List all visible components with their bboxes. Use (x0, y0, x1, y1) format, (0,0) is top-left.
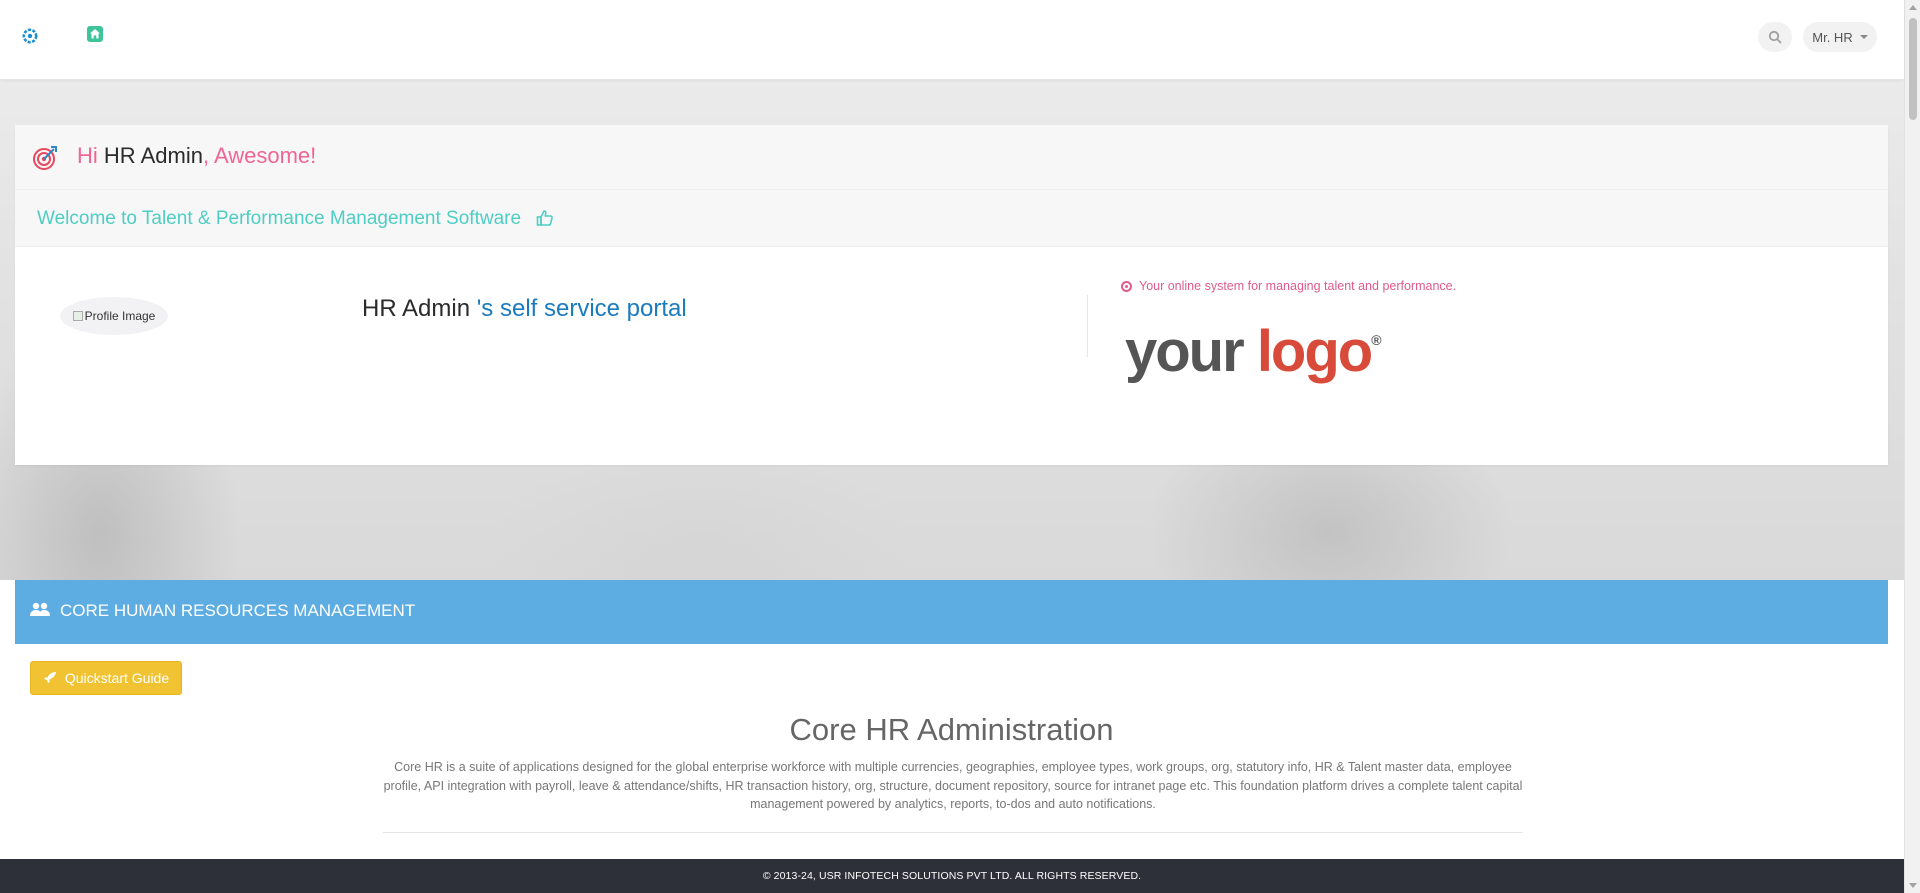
welcome-row: Welcome to Talent & Performance Manageme… (15, 190, 1888, 247)
core-hr-description: Core HR is a suite of applications desig… (383, 760, 1523, 811)
scroll-up-arrow-icon[interactable] (1909, 5, 1917, 10)
portal-name: HR Admin (362, 295, 471, 322)
footer-copyright: © 2013-24, USR INFOTECH SOLUTIONS PVT LT… (762, 870, 1142, 882)
quickstart-guide-label: Quickstart Guide (64, 670, 170, 686)
greeting-text: Hi HR Admin, Awesome! (77, 143, 316, 169)
users-icon (30, 602, 50, 616)
tagline-text: Your online system for managing talent a… (1139, 279, 1457, 293)
scroll-thumb[interactable] (1909, 18, 1917, 120)
thumbs-up-icon (536, 210, 553, 226)
core-hr-title: Core HR Administration (789, 712, 1114, 747)
target-icon (33, 146, 57, 170)
rocket-icon (43, 672, 56, 683)
page-scrollbar[interactable] (1904, 0, 1920, 893)
profile-image-alt: Profile Image (84, 309, 156, 323)
settings-icon[interactable] (22, 28, 38, 44)
core-hr-header: CORE HUMAN RESOURCES MANAGEMENT (15, 580, 1888, 644)
scroll-down-arrow-icon[interactable] (1909, 883, 1917, 888)
core-hr-panel: CORE HUMAN RESOURCES MANAGEMENT Quicksta… (15, 580, 1888, 860)
greeting-suffix: , Awesome! (202, 143, 317, 168)
home-icon[interactable] (86, 25, 104, 43)
section-divider (383, 832, 1523, 833)
quickstart-guide-button[interactable]: Quickstart Guide (30, 661, 182, 695)
logo-word-your: your (1125, 319, 1245, 384)
welcome-message: Welcome to Talent & Performance Manageme… (37, 208, 522, 229)
user-menu-label: Mr. HR (1812, 29, 1853, 45)
greeting-hi: Hi (77, 143, 98, 168)
dot-circle-icon (1121, 280, 1132, 292)
greeting-row: Hi HR Admin, Awesome! (15, 125, 1888, 190)
search-button[interactable] (1758, 22, 1792, 52)
logo-word-logo: logo (1256, 319, 1373, 384)
portal-title: HR Admin 's self service portal (362, 295, 687, 323)
greeting-name: HR Admin (103, 143, 203, 168)
footer: © 2013-24, USR INFOTECH SOLUTIONS PVT LT… (0, 859, 1904, 893)
portal-suffix: 's self service portal (470, 295, 687, 322)
logo-registered-mark: ® (1371, 332, 1382, 348)
core-hr-header-title: CORE HUMAN RESOURCES MANAGEMENT (60, 601, 416, 620)
user-menu-button[interactable]: Mr. HR (1803, 22, 1877, 52)
top-navbar: Mr. HR (0, 0, 1904, 80)
search-icon (1768, 30, 1782, 44)
welcome-card: Hi HR Admin, Awesome! Welcome to Talent … (15, 125, 1888, 465)
profile-image: Profile Image (60, 297, 168, 335)
chevron-down-icon (1859, 35, 1868, 39)
tagline: Your online system for managing talent a… (1121, 279, 1456, 293)
broken-image-icon (72, 311, 83, 321)
company-logo: your logo® (1125, 323, 1382, 381)
vertical-divider (1087, 295, 1088, 357)
